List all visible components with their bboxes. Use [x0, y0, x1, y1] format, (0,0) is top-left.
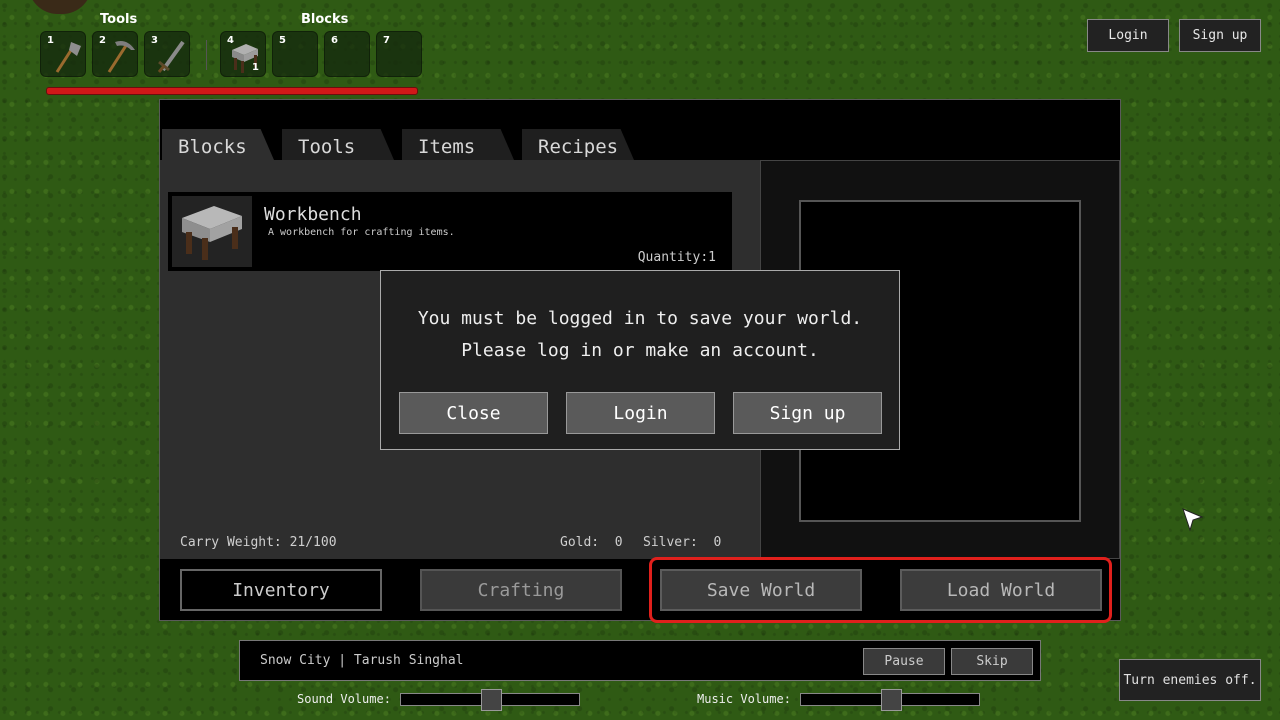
pickaxe-icon: [107, 41, 135, 73]
hotbar-divider: [206, 40, 207, 70]
health-bar: [46, 87, 418, 95]
music-volume-slider[interactable]: [800, 689, 980, 711]
signup-button[interactable]: Sign up: [1179, 19, 1261, 52]
hotbar-slot-5[interactable]: 5: [272, 31, 318, 77]
sound-volume-slider[interactable]: [400, 689, 580, 711]
quantity-value: 1: [708, 250, 716, 265]
toggle-enemies-button[interactable]: Turn enemies off.: [1119, 659, 1261, 701]
dialog-message-line1: You must be logged in to save your world…: [417, 308, 863, 329]
item-quantity: Quantity:1: [638, 250, 716, 265]
tab-recipes[interactable]: Recipes: [522, 129, 634, 160]
hotbar-slot-7[interactable]: 7: [376, 31, 422, 77]
blocks-label: Blocks: [301, 12, 349, 27]
list-item[interactable]: Workbench A workbench for crafting items…: [168, 192, 732, 271]
axe-icon: [55, 42, 81, 73]
slot-quantity: 1: [252, 62, 259, 73]
sword-icon: [157, 40, 185, 73]
carry-weight: Carry Weight: 21/100: [180, 535, 337, 550]
tree-trunk: [28, 0, 92, 14]
inventory-button[interactable]: Inventory: [180, 569, 382, 611]
skip-button[interactable]: Skip: [951, 648, 1033, 675]
silver-value: 0: [713, 535, 722, 550]
dialog-signup-button[interactable]: Sign up: [733, 392, 882, 434]
gold-value: 0: [614, 535, 623, 550]
hotbar-slot-3[interactable]: 3: [144, 31, 190, 77]
slot-number: 6: [331, 35, 338, 46]
dialog-login-button[interactable]: Login: [566, 392, 715, 434]
login-button[interactable]: Login: [1087, 19, 1169, 52]
login-required-dialog: You must be logged in to save your world…: [380, 270, 900, 450]
gold-count: Gold: 0: [560, 535, 623, 550]
quantity-label: Quantity:: [637, 250, 709, 265]
sound-volume-thumb[interactable]: [481, 689, 502, 711]
hotbar-slot-1[interactable]: 1: [40, 31, 86, 77]
sound-volume-label: Sound Volume:: [297, 692, 391, 706]
hotbar-slot-2[interactable]: 2: [92, 31, 138, 77]
tab-tools[interactable]: Tools: [282, 129, 394, 160]
save-load-highlight: [649, 557, 1112, 623]
mouse-cursor-icon: [1182, 508, 1204, 532]
music-volume-thumb[interactable]: [881, 689, 902, 711]
item-name: Workbench: [264, 204, 362, 225]
tab-items[interactable]: Items: [402, 129, 514, 160]
hotbar-slot-4[interactable]: 4 1: [220, 31, 266, 77]
dialog-close-button[interactable]: Close: [399, 392, 548, 434]
item-description: A workbench for crafting items.: [268, 227, 455, 238]
music-player: Snow City | Tarush Singhal Pause Skip: [239, 640, 1041, 681]
music-volume-label: Music Volume:: [697, 692, 791, 706]
silver-label: Silver:: [643, 535, 698, 550]
tools-label: Tools: [100, 12, 138, 27]
silver-count: Silver: 0: [643, 535, 721, 550]
pause-button[interactable]: Pause: [863, 648, 945, 675]
hotbar-slot-6[interactable]: 6: [324, 31, 370, 77]
dialog-message-line2: Please log in or make an account.: [461, 340, 819, 361]
track-title: Snow City | Tarush Singhal: [260, 653, 464, 668]
crafting-button[interactable]: Crafting: [420, 569, 622, 611]
slot-number: 7: [383, 35, 390, 46]
workbench-icon: [172, 196, 252, 267]
gold-label: Gold:: [560, 535, 600, 550]
slot-number: 5: [279, 35, 286, 46]
tab-blocks[interactable]: Blocks: [162, 129, 274, 160]
